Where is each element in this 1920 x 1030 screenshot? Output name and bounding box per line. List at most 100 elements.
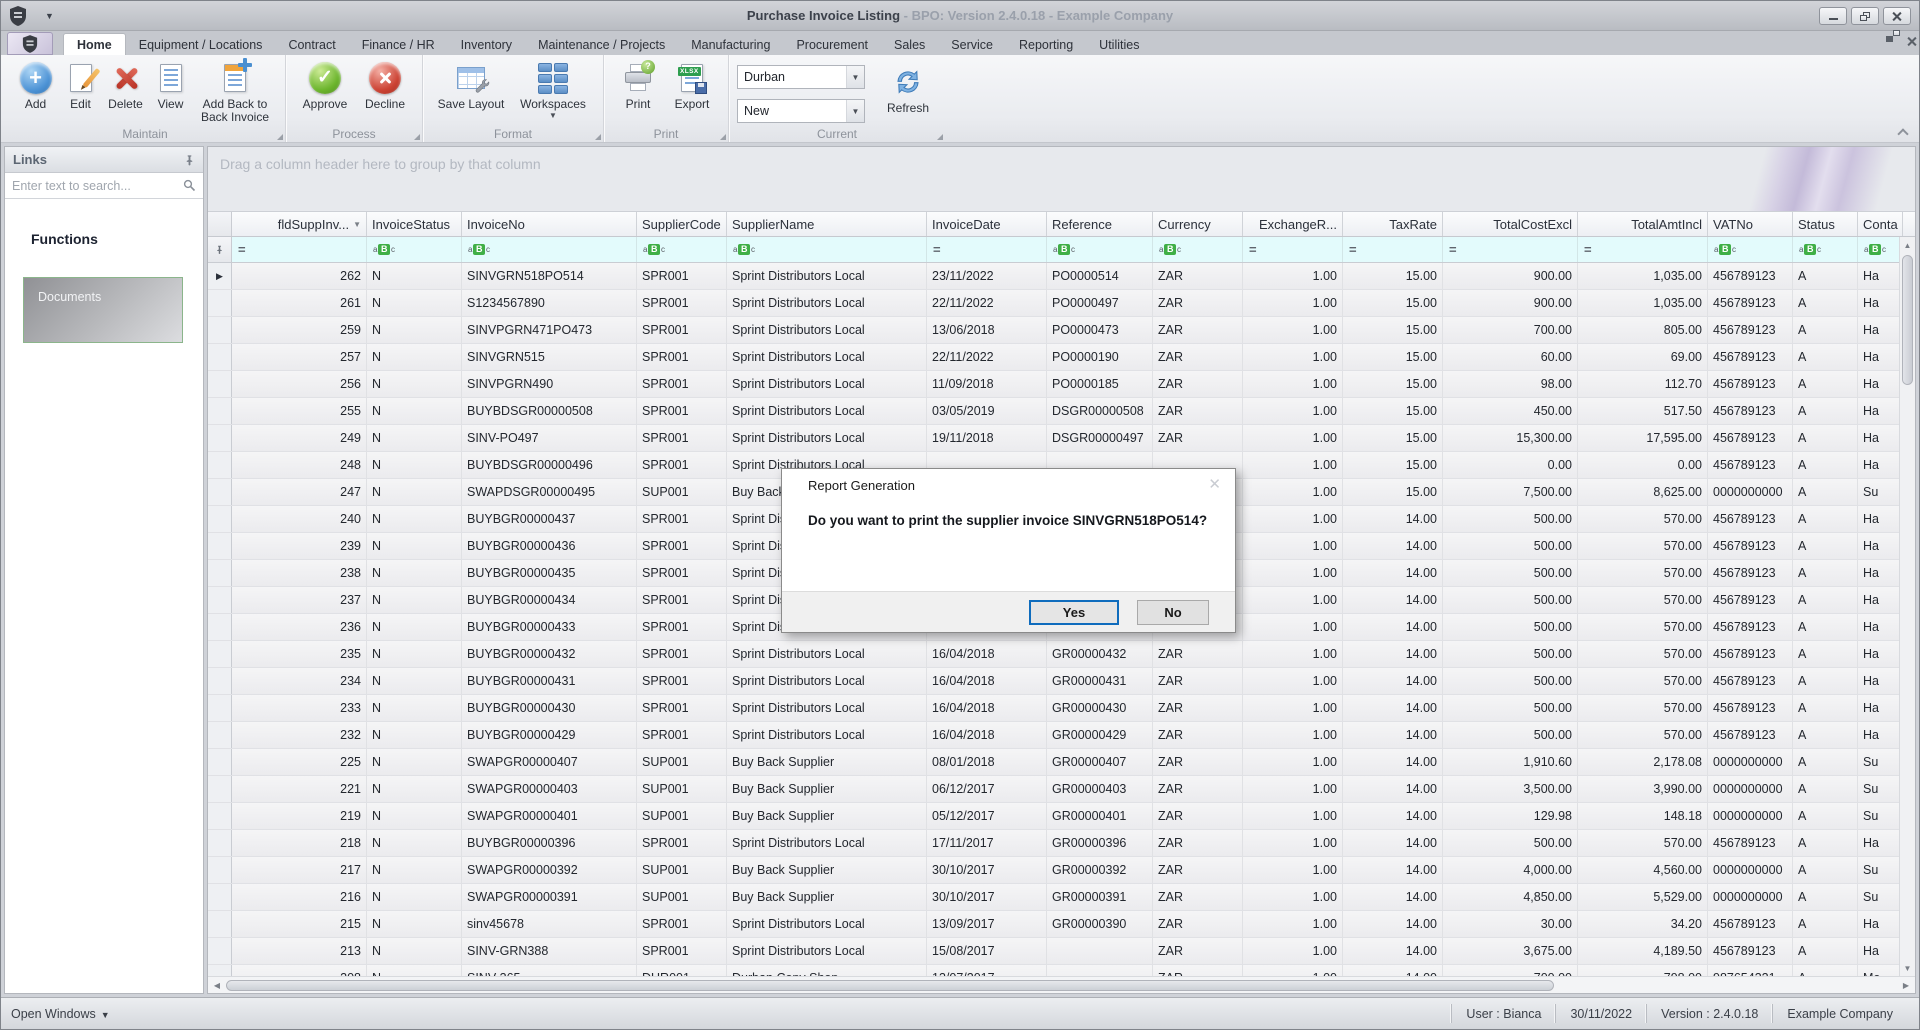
cell-status[interactable]: A <box>1793 911 1858 937</box>
cell-taxRate[interactable]: 14.00 <box>1343 641 1443 667</box>
cell-invoiceDate[interactable]: 22/11/2022 <box>927 344 1047 370</box>
cell-vatNo[interactable]: 456789123 <box>1708 911 1793 937</box>
column-header-currency[interactable]: Currency <box>1153 212 1243 236</box>
cell-invoiceNo[interactable]: SWAPGR00000403 <box>462 776 637 802</box>
cell-vatNo[interactable]: 0000000000 <box>1708 857 1793 883</box>
cell-invoiceStatus[interactable]: N <box>367 479 462 505</box>
cell-invoiceStatus[interactable]: N <box>367 938 462 964</box>
status-combo-caret-icon[interactable]: ▼ <box>846 100 864 122</box>
vertical-scrollbar[interactable]: ▲ ▼ <box>1899 237 1915 976</box>
cell-vatNo[interactable]: 456789123 <box>1708 641 1793 667</box>
table-row[interactable]: 225NSWAPGR00000407SUP001Buy Back Supplie… <box>208 749 1915 776</box>
cell-invoiceNo[interactable]: SWAPGR00000401 <box>462 803 637 829</box>
cell-contact[interactable]: Ha <box>1858 560 1903 586</box>
cell-contact[interactable]: Ha <box>1858 533 1903 559</box>
cell-totalCostExcl[interactable]: 60.00 <box>1443 344 1578 370</box>
cell-totalAmtIncl[interactable]: 570.00 <box>1578 506 1708 532</box>
scroll-up-icon[interactable]: ▲ <box>1900 237 1915 253</box>
cell-contact[interactable]: Ha <box>1858 506 1903 532</box>
cell-status[interactable]: A <box>1793 479 1858 505</box>
cell-exchangeRate[interactable]: 1.00 <box>1243 614 1343 640</box>
cell-totalCostExcl[interactable]: 500.00 <box>1443 533 1578 559</box>
cell-supplierCode[interactable]: SUP001 <box>637 803 727 829</box>
cell-invoiceDate[interactable]: 13/07/2017 <box>927 965 1047 976</box>
column-header-supplierCode[interactable]: SupplierCode <box>637 212 727 236</box>
cell-taxRate[interactable]: 15.00 <box>1343 479 1443 505</box>
cell-reference[interactable]: PO0000473 <box>1047 317 1153 343</box>
cell-vatNo[interactable]: 456789123 <box>1708 722 1793 748</box>
cell-totalAmtIncl[interactable]: 570.00 <box>1578 722 1708 748</box>
horizontal-scroll-thumb[interactable] <box>226 980 1554 991</box>
site-combo-caret-icon[interactable]: ▼ <box>846 66 864 88</box>
cell-totalAmtIncl[interactable]: 4,560.00 <box>1578 857 1708 883</box>
cell-id[interactable]: 234 <box>232 668 367 694</box>
cell-totalCostExcl[interactable]: 98.00 <box>1443 371 1578 397</box>
cell-exchangeRate[interactable]: 1.00 <box>1243 290 1343 316</box>
cell-status[interactable]: A <box>1793 965 1858 976</box>
column-header-supplierName[interactable]: SupplierName <box>727 212 927 236</box>
decline-button[interactable]: Decline <box>356 59 414 113</box>
cell-totalCostExcl[interactable]: 3,675.00 <box>1443 938 1578 964</box>
cell-status[interactable]: A <box>1793 425 1858 451</box>
cell-invoiceStatus[interactable]: N <box>367 857 462 883</box>
cell-reference[interactable]: GR00000432 <box>1047 641 1153 667</box>
cell-contact[interactable]: Ha <box>1858 722 1903 748</box>
tab-service[interactable]: Service <box>938 34 1006 55</box>
cell-totalAmtIncl[interactable]: 570.00 <box>1578 533 1708 559</box>
column-header-totalAmtIncl[interactable]: TotalAmtIncl <box>1578 212 1708 236</box>
cell-exchangeRate[interactable]: 1.00 <box>1243 263 1343 289</box>
cell-supplierName[interactable]: Buy Back Supplier <box>727 749 927 775</box>
cell-id[interactable]: 215 <box>232 911 367 937</box>
cell-exchangeRate[interactable]: 1.00 <box>1243 587 1343 613</box>
status-combobox[interactable]: New ▼ <box>737 99 865 123</box>
cell-reference[interactable]: DSGR00000508 <box>1047 398 1153 424</box>
cell-invoiceStatus[interactable]: N <box>367 344 462 370</box>
cell-status[interactable]: A <box>1793 884 1858 910</box>
cell-reference[interactable]: DSGR00000497 <box>1047 425 1153 451</box>
cell-totalAmtIncl[interactable]: 112.70 <box>1578 371 1708 397</box>
cell-vatNo[interactable]: 456789123 <box>1708 425 1793 451</box>
cell-invoiceDate[interactable]: 16/04/2018 <box>927 668 1047 694</box>
cell-id[interactable]: 221 <box>232 776 367 802</box>
cell-vatNo[interactable]: 456789123 <box>1708 560 1793 586</box>
cell-status[interactable]: A <box>1793 371 1858 397</box>
cell-exchangeRate[interactable]: 1.00 <box>1243 749 1343 775</box>
cell-exchangeRate[interactable]: 1.00 <box>1243 857 1343 883</box>
table-row[interactable]: 217NSWAPGR00000392SUP001Buy Back Supplie… <box>208 857 1915 884</box>
cell-supplierName[interactable]: Sprint Distributors Local <box>727 398 927 424</box>
cell-taxRate[interactable]: 15.00 <box>1343 263 1443 289</box>
cell-totalCostExcl[interactable]: 129.98 <box>1443 803 1578 829</box>
filter-supplierCode[interactable]: aBc <box>637 237 727 262</box>
close-button[interactable] <box>1883 7 1911 25</box>
cell-status[interactable]: A <box>1793 263 1858 289</box>
cell-currency[interactable]: ZAR <box>1153 317 1243 343</box>
cell-totalCostExcl[interactable]: 500.00 <box>1443 695 1578 721</box>
column-header-taxRate[interactable]: TaxRate <box>1343 212 1443 236</box>
cell-exchangeRate[interactable]: 1.00 <box>1243 830 1343 856</box>
table-row[interactable]: 233NBUYBGR00000430SPR001Sprint Distribut… <box>208 695 1915 722</box>
cell-totalCostExcl[interactable]: 500.00 <box>1443 560 1578 586</box>
cell-currency[interactable]: ZAR <box>1153 965 1243 976</box>
cell-supplierCode[interactable]: SPR001 <box>637 911 727 937</box>
maintain-dialog-launcher-icon[interactable] <box>277 134 283 140</box>
cell-exchangeRate[interactable]: 1.00 <box>1243 776 1343 802</box>
cell-id[interactable]: 256 <box>232 371 367 397</box>
cell-invoiceDate[interactable]: 13/06/2018 <box>927 317 1047 343</box>
group-by-bar[interactable]: Drag a column header here to group by th… <box>208 147 1915 211</box>
cell-reference[interactable]: GR00000403 <box>1047 776 1153 802</box>
cell-invoiceStatus[interactable]: N <box>367 560 462 586</box>
cell-totalCostExcl[interactable]: 700.00 <box>1443 965 1578 976</box>
cell-invoiceDate[interactable]: 11/09/2018 <box>927 371 1047 397</box>
table-row[interactable]: 257NSINVGRN515SPR001Sprint Distributors … <box>208 344 1915 371</box>
cell-currency[interactable]: ZAR <box>1153 344 1243 370</box>
cell-id[interactable]: 216 <box>232 884 367 910</box>
cell-supplierName[interactable]: Sprint Distributors Local <box>727 668 927 694</box>
cell-invoiceNo[interactable]: SINVPGRN471PO473 <box>462 317 637 343</box>
cell-totalAmtIncl[interactable]: 570.00 <box>1578 641 1708 667</box>
save-layout-button[interactable]: Save Layout <box>431 59 511 113</box>
cell-invoiceNo[interactable]: BUYBGR00000435 <box>462 560 637 586</box>
cell-contact[interactable]: Ha <box>1858 317 1903 343</box>
cell-supplierCode[interactable]: SPR001 <box>637 317 727 343</box>
collapse-ribbon-icon[interactable] <box>1898 127 1907 136</box>
filter-taxRate[interactable]: = <box>1343 237 1443 262</box>
